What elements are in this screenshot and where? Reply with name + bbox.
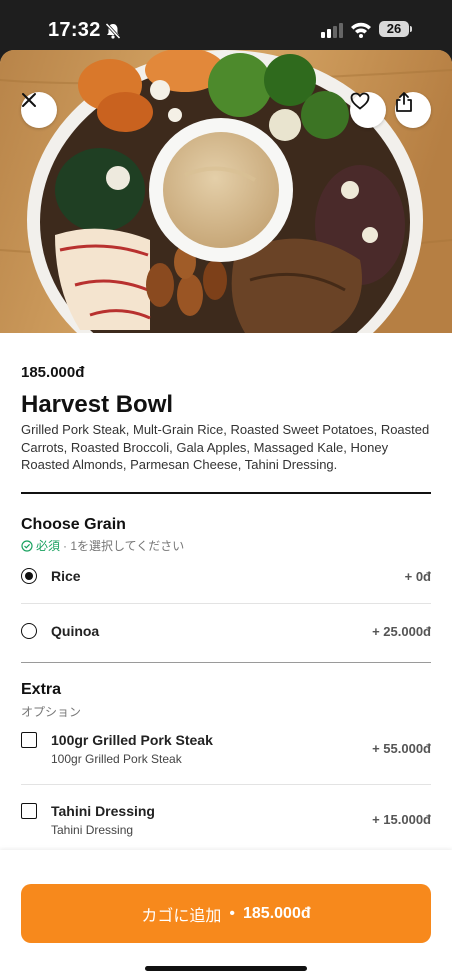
close-button[interactable] (21, 92, 57, 128)
product-image (0, 50, 452, 333)
wifi-icon (351, 22, 371, 38)
extra-section-title: Extra (21, 681, 62, 698)
battery-tip (410, 26, 412, 32)
status-time: 17:32 (48, 19, 101, 41)
extra-option-label: 100gr Grilled Pork Steak (51, 732, 213, 748)
grain-option-price: + 0đ (404, 569, 431, 584)
add-to-cart-label: カゴに追加 (141, 907, 222, 925)
optional-label: オプション (21, 705, 82, 719)
bowl-illustration (0, 50, 452, 333)
add-to-cart-button[interactable]: カゴに追加 • 185.000đ (21, 884, 431, 943)
product-description: Grilled Pork Steak, Mult-Grain Rice, Roa… (21, 422, 430, 472)
required-label: 必須 (36, 539, 61, 553)
required-hint: 必須 · 1を選択してください (21, 537, 184, 554)
grain-option-rice[interactable]: Rice + 0đ (21, 566, 431, 588)
cart-total: 185.000đ (243, 904, 311, 922)
divider (21, 662, 431, 663)
close-icon (22, 93, 36, 107)
grain-option-price: + 25.000đ (372, 624, 431, 639)
battery-icon: 26 (379, 21, 409, 37)
divider (21, 784, 431, 785)
grain-option-label: Quinoa (51, 623, 100, 639)
extra-option-label: Tahini Dressing (51, 803, 155, 819)
extra-option-price: + 55.000đ (372, 741, 431, 756)
checkbox[interactable] (21, 732, 37, 748)
bell-slash-icon (105, 22, 121, 40)
grain-option-quinoa[interactable]: Quinoa + 25.000đ (21, 621, 431, 643)
extra-option-sublabel: Tahini Dressing (51, 823, 134, 837)
extra-option-tahini[interactable]: Tahini Dressing Tahini Dressing + 15.000… (21, 802, 431, 842)
checkbox[interactable] (21, 803, 37, 819)
divider (21, 603, 431, 604)
divider (21, 492, 431, 494)
extra-option-sublabel: 100gr Grilled Pork Steak (51, 752, 182, 766)
check-circle-icon (21, 539, 33, 552)
extra-option-pork[interactable]: 100gr Grilled Pork Steak 100gr Grilled P… (21, 731, 431, 771)
radio-selected[interactable] (21, 568, 37, 584)
required-instruction: · 1を選択してください (63, 539, 185, 553)
radio-unselected[interactable] (21, 623, 37, 639)
favorite-button[interactable] (350, 92, 386, 128)
grain-section-title: Choose Grain (21, 516, 126, 533)
extra-option-price: + 15.000đ (372, 812, 431, 827)
share-button[interactable] (395, 92, 431, 128)
home-indicator[interactable] (145, 966, 307, 971)
product-price: 185.000đ (21, 364, 85, 381)
product-title: Harvest Bowl (21, 391, 174, 418)
grain-option-label: Rice (51, 568, 81, 584)
separator-dot: • (229, 904, 235, 922)
heart-icon (350, 92, 370, 110)
share-icon (396, 92, 412, 112)
cellular-signal-icon (321, 23, 343, 38)
